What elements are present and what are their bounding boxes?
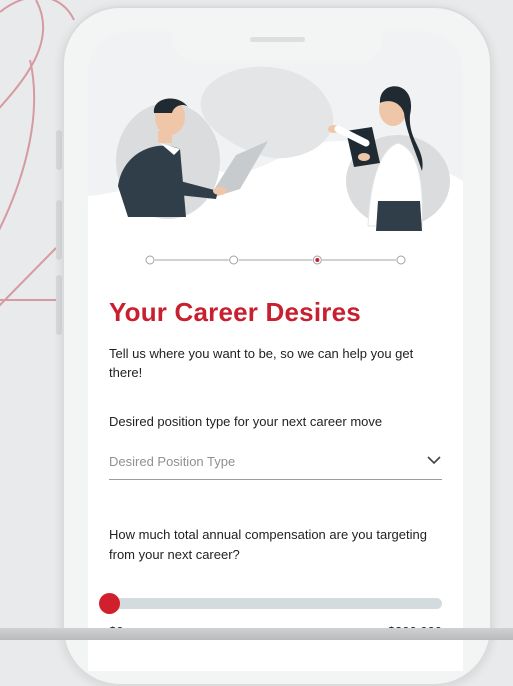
compensation-question-label: How much total annual compensation are y… [109, 527, 427, 562]
career-illustration [88, 31, 463, 231]
position-question-label: Desired position type for your next care… [109, 414, 383, 429]
phone-speaker [250, 37, 305, 42]
phone-notch [172, 31, 382, 61]
chevron-down-icon[interactable] [426, 455, 442, 465]
stepper-dot [145, 255, 155, 265]
progress-stepper [145, 255, 406, 265]
compensation-slider[interactable] [99, 593, 442, 614]
stepper-active-dot [315, 258, 320, 262]
phone-screen: Your Career Desires Tell us where you wa… [88, 31, 463, 671]
stepper-dot [229, 255, 239, 265]
page-title: Your Career Desires [109, 297, 361, 327]
position-type-placeholder: Desired Position Type [109, 454, 236, 469]
compensation-slider-thumb[interactable] [99, 593, 120, 614]
bottom-shadow [0, 628, 513, 640]
page-subtitle: Tell us where you want to be, so we can … [109, 346, 414, 380]
position-type-select[interactable]: Desired Position Type [109, 443, 442, 480]
stepper-dot [396, 255, 406, 265]
